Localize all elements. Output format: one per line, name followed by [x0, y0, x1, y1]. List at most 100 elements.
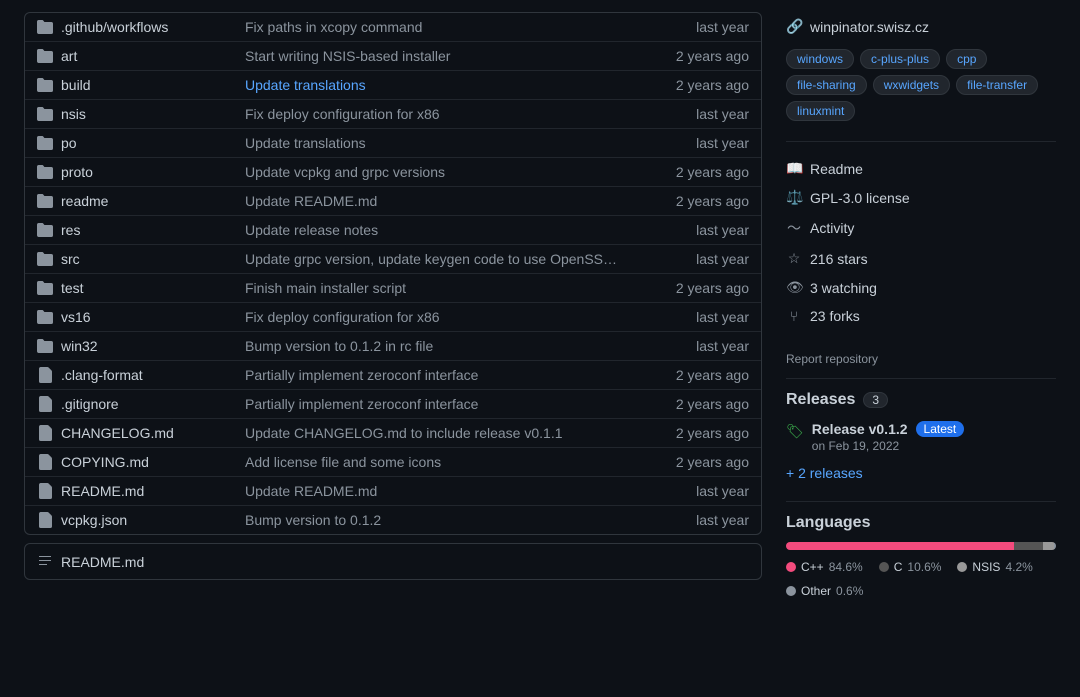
commit-message-cell: Update README.md: [245, 193, 621, 209]
table-row: res Update release notes last year: [25, 216, 761, 245]
file-name-link[interactable]: COPYING.md: [61, 454, 149, 470]
commit-time: last year: [629, 309, 749, 325]
commit-time: 2 years ago: [629, 77, 749, 93]
language-bar: [786, 542, 1056, 550]
file-name-cell: .github/workflows: [37, 19, 237, 35]
sidebar-meta-section: 📖 Readme ⚖️ GPL-3.0 license 〜 Activity ☆…: [786, 154, 1056, 330]
file-name-cell: win32: [37, 338, 237, 354]
file-name-cell: res: [37, 222, 237, 238]
commit-message-cell: Update translations: [245, 135, 621, 151]
activity-meta-row: 〜 Activity: [786, 212, 1056, 244]
file-name-cell: vcpkg.json: [37, 512, 237, 528]
file-name-link[interactable]: res: [61, 222, 80, 238]
file-name-link[interactable]: README.md: [61, 483, 144, 499]
commit-message-cell: Start writing NSIS-based installer: [245, 48, 621, 64]
release-date: on Feb 19, 2022: [812, 439, 1056, 453]
commit-message-cell: Update release notes: [245, 222, 621, 238]
topic-tag[interactable]: cpp: [946, 49, 987, 69]
commit-time: last year: [629, 251, 749, 267]
readme-meta-row: 📖 Readme: [786, 154, 1056, 183]
file-name-link[interactable]: vcpkg.json: [61, 512, 127, 528]
file-name-link[interactable]: CHANGELOG.md: [61, 425, 174, 441]
license-link[interactable]: GPL-3.0 license: [810, 190, 910, 206]
file-name-link[interactable]: proto: [61, 164, 93, 180]
commit-message-cell: Update vcpkg and grpc versions: [245, 164, 621, 180]
table-row: build Update translations 2 years ago: [25, 71, 761, 100]
table-row: CHANGELOG.md Update CHANGELOG.md to inclu…: [25, 419, 761, 448]
commit-text: Partially implement zeroconf interface: [245, 367, 478, 383]
topic-tag[interactable]: c-plus-plus: [860, 49, 940, 69]
commit-text: Start writing NSIS-based installer: [245, 48, 450, 64]
file-name-link[interactable]: win32: [61, 338, 98, 354]
lang-list-item: C++84.6%: [786, 560, 863, 574]
file-name-link[interactable]: test: [61, 280, 84, 296]
report-repository-link[interactable]: Report repository: [786, 352, 878, 366]
more-releases-link[interactable]: + 2 releases: [786, 465, 863, 481]
commit-time: last year: [629, 222, 749, 238]
star-icon: ☆: [786, 250, 802, 267]
commit-text: Fix deploy configuration for x86: [245, 309, 440, 325]
forks-meta-row: ⑂ 23 forks: [786, 302, 1056, 330]
commit-time: last year: [629, 106, 749, 122]
file-name-link[interactable]: readme: [61, 193, 108, 209]
commit-message-cell: Partially implement zeroconf interface: [245, 396, 621, 412]
lang-bar-segment: [1043, 542, 1054, 550]
file-name-link[interactable]: .github/workflows: [61, 19, 168, 35]
release-name-link[interactable]: Release v0.1.2: [812, 421, 908, 437]
table-row: .gitignore Partially implement zeroconf i…: [25, 390, 761, 419]
commit-message-cell: Bump version to 0.1.2: [245, 512, 621, 528]
file-table: .github/workflows Fix paths in xcopy comm…: [24, 12, 762, 535]
file-name-link[interactable]: build: [61, 77, 91, 93]
watching-link[interactable]: 3 watching: [810, 280, 877, 296]
table-row: COPYING.mdAdd license file and some icon…: [25, 448, 761, 477]
file-name-link[interactable]: po: [61, 135, 77, 151]
tag-icon: 🏷: [786, 423, 804, 440]
lang-name: NSIS: [972, 560, 1000, 574]
commit-time: last year: [629, 512, 749, 528]
commit-text: Finish main installer script: [245, 280, 406, 296]
file-name-cell: .clang-format: [37, 367, 237, 383]
license-meta-row: ⚖️ GPL-3.0 license: [786, 183, 1056, 212]
lang-name: C: [894, 560, 903, 574]
commit-text: Update CHANGELOG.md to include release v…: [245, 425, 563, 441]
file-name-cell: vs16: [37, 309, 237, 325]
file-name-link[interactable]: art: [61, 48, 77, 64]
file-name-link[interactable]: nsis: [61, 106, 86, 122]
sidebar: 🔗 winpinator.swisz.cz windowsc-plus-plus…: [786, 12, 1056, 618]
readme-link[interactable]: Readme: [810, 161, 863, 177]
commit-link[interactable]: Update translations: [245, 77, 366, 93]
commit-time: 2 years ago: [629, 396, 749, 412]
lang-pct: 0.6%: [836, 584, 863, 598]
list-icon: [37, 552, 53, 571]
topic-tag[interactable]: linuxmint: [786, 101, 855, 121]
table-row: .github/workflows Fix paths in xcopy comm…: [25, 13, 761, 42]
website-link[interactable]: winpinator.swisz.cz: [810, 19, 929, 35]
topic-tag[interactable]: windows: [786, 49, 854, 69]
commit-time: 2 years ago: [629, 193, 749, 209]
lang-bar-segment: [786, 542, 1014, 550]
file-name-link[interactable]: .gitignore: [61, 396, 119, 412]
topic-tag[interactable]: wxwidgets: [873, 75, 950, 95]
forks-link[interactable]: 23 forks: [810, 308, 860, 324]
topic-tag[interactable]: file-sharing: [786, 75, 867, 95]
table-row: protoUpdate vcpkg and grpc versions2 yea…: [25, 158, 761, 187]
file-name-link[interactable]: vs16: [61, 309, 91, 325]
lang-pct: 10.6%: [907, 560, 941, 574]
table-row: README.mdUpdate README.mdlast year: [25, 477, 761, 506]
file-name-link[interactable]: src: [61, 251, 80, 267]
eye-icon: 👁: [786, 279, 802, 296]
commit-text: Update translations: [245, 135, 366, 151]
lang-dot: [957, 562, 967, 572]
table-row: vs16 Fix deploy configuration for x86 last…: [25, 303, 761, 332]
table-row: srcUpdate grpc version, update keygen co…: [25, 245, 761, 274]
file-name-link[interactable]: .clang-format: [61, 367, 143, 383]
stars-link[interactable]: 216 stars: [810, 251, 868, 267]
release-name-row: Release v0.1.2 Latest: [812, 421, 1056, 437]
file-name-cell: nsis: [37, 106, 237, 122]
file-name-cell: readme: [37, 193, 237, 209]
activity-link[interactable]: Activity: [810, 220, 854, 236]
file-name-cell: po: [37, 135, 237, 151]
commit-text: Fix paths in xcopy command: [245, 19, 422, 35]
topic-tag[interactable]: file-transfer: [956, 75, 1038, 95]
commit-text: Update README.md: [245, 483, 377, 499]
